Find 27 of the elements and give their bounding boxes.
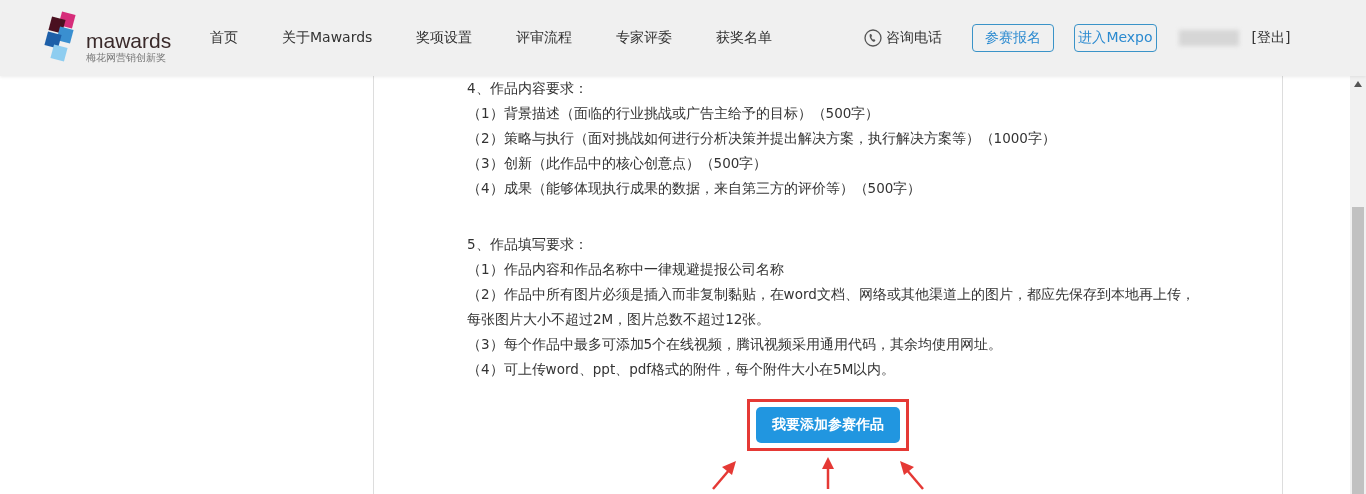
requirement-text: （3）每个作品中最多可添加5个在线视频，腾讯视频采用通用代码，其余均使用网址。 <box>467 335 1004 354</box>
nav-link[interactable]: 专家评委 <box>594 29 695 47</box>
section-heading: 4、作品内容要求： <box>467 79 589 98</box>
nav-link[interactable]: 关于Mawards <box>260 29 395 47</box>
nav-link[interactable]: 获奖名单 <box>694 29 795 47</box>
scroll-up-icon[interactable] <box>1354 81 1362 87</box>
nav-link[interactable]: 首页 <box>210 29 260 47</box>
annotation-arrow <box>900 461 924 490</box>
annotation-arrow <box>822 457 834 489</box>
logo-tagline: 梅花网营销创新奖 <box>86 52 167 64</box>
nav-link[interactable]: 评审流程 <box>494 29 595 47</box>
requirement-text: （2）作品中所有图片必须是插入而非复制黏贴，在word文档、网络或其他渠道上的图片，都应先保存到本地再上传，每张图片大小不超过2M，图片总数不超过12张。 <box>467 285 1196 329</box>
requirement-text: （1）作品内容和作品名称中一律规避提报公司名称 <box>467 260 785 279</box>
phone-icon <box>864 29 883 47</box>
requirement-text: （3）创新（此作品中的核心创意点）（500字） <box>467 154 769 173</box>
logout-link[interactable]: [登出] <box>1251 29 1291 47</box>
blurred-username <box>1178 30 1239 46</box>
requirement-text: （4）可上传word、ppt、pdf格式的附件，每个附件大小在5M以内。 <box>467 360 897 379</box>
nav-link[interactable]: 奖项设置 <box>394 29 495 47</box>
section-heading: 5、作品填写要求： <box>467 235 589 254</box>
phone-label: 咨询电话 <box>886 29 943 47</box>
requirement-text: （1）背景描述（面临的行业挑战或广告主给予的目标）（500字） <box>467 104 881 123</box>
annotation-arrow <box>712 461 736 490</box>
scrollbar[interactable] <box>1350 76 1366 494</box>
requirement-text: （4）成果（能够体现执行成果的数据，来自第三方的评价等）（500字） <box>467 179 923 198</box>
logo-wordmark: mawards <box>86 30 172 52</box>
requirement-text: （2）策略与执行（面对挑战如何进行分析决策并提出解决方案，执行解决方案等）（1000字） <box>467 129 1057 148</box>
